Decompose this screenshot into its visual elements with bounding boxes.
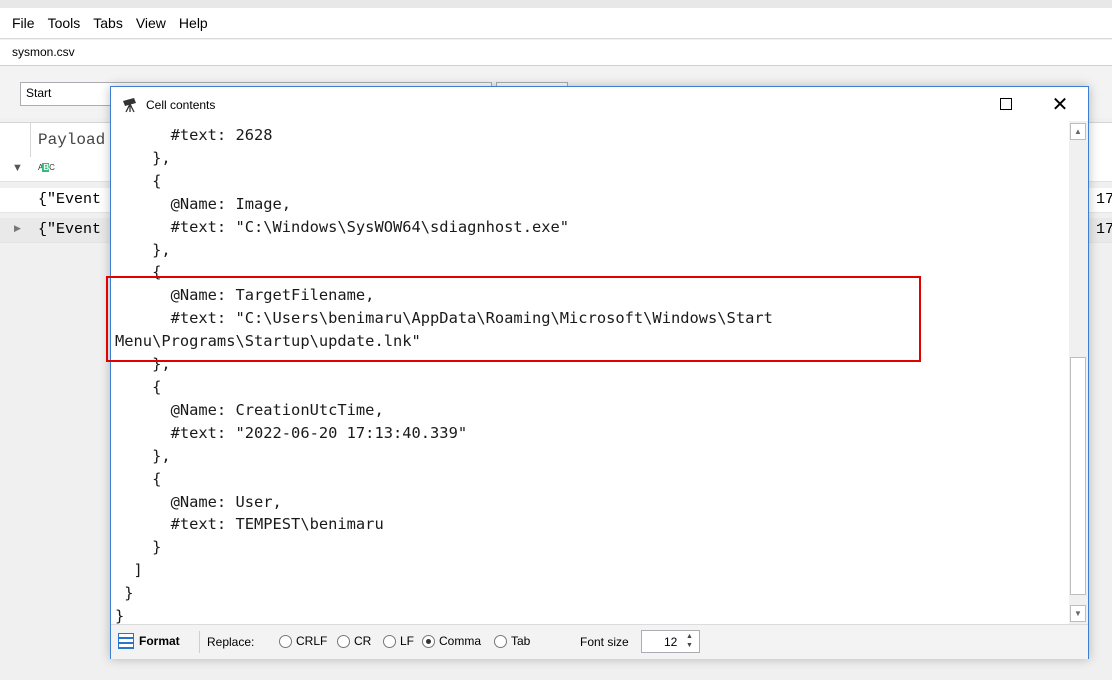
cell-content-area[interactable]: #text: 2628 }, { @Name: Image, #text: "C… xyxy=(111,121,1069,624)
filter-icon[interactable]: ▼ xyxy=(12,162,23,174)
radio-crlf[interactable]: CRLF xyxy=(279,634,327,648)
dialog-footer: Format Replace: CRLF CR LF Comma Tab Fon… xyxy=(111,624,1088,659)
radio-label: Tab xyxy=(511,634,531,648)
file-tab[interactable]: sysmon.csv xyxy=(0,40,1112,66)
title-strip xyxy=(0,0,1112,8)
font-size-spinner[interactable]: 12 ▲ ▼ xyxy=(641,630,700,653)
radio-lf[interactable]: LF xyxy=(383,634,414,648)
table-cell[interactable]: {"Event xyxy=(38,191,101,208)
dialog-title-bar[interactable]: Cell contents ✕ xyxy=(111,87,1088,121)
footer-separator xyxy=(199,631,200,653)
telescope-icon xyxy=(123,98,136,113)
close-button[interactable]: ✕ xyxy=(1037,87,1083,121)
menu-bar: File Tools Tabs View Help xyxy=(0,8,1112,39)
radio-tab[interactable]: Tab xyxy=(494,634,530,648)
scroll-thumb[interactable] xyxy=(1070,357,1086,595)
radio-dot xyxy=(279,634,292,648)
menu-tools[interactable]: Tools xyxy=(44,15,90,31)
cell-content-text[interactable]: #text: 2628 }, { @Name: Image, #text: "C… xyxy=(111,121,1069,624)
dialog-title: Cell contents xyxy=(146,98,216,112)
table-cell[interactable]: 17 xyxy=(1096,191,1112,208)
scroll-up-button[interactable]: ▲ xyxy=(1070,123,1086,140)
menu-file[interactable]: File xyxy=(0,15,44,31)
row-header-corner xyxy=(0,123,31,157)
scroll-down-button[interactable]: ▼ xyxy=(1070,605,1086,622)
close-icon: ✕ xyxy=(1051,93,1069,116)
file-tab-label: sysmon.csv xyxy=(12,45,75,59)
format-icon xyxy=(118,633,134,649)
radio-dot xyxy=(337,634,350,648)
menu-view[interactable]: View xyxy=(132,15,175,31)
cell-contents-dialog: Cell contents ✕ #text: 2628 }, { @Name: … xyxy=(110,86,1089,659)
radio-dot xyxy=(383,634,396,648)
menu-help[interactable]: Help xyxy=(175,15,217,31)
vertical-scrollbar[interactable]: ▲ ▼ xyxy=(1069,121,1088,624)
menu-tabs[interactable]: Tabs xyxy=(89,15,132,31)
font-size-value[interactable]: 12 xyxy=(664,635,677,649)
radio-label: LF xyxy=(400,634,415,648)
table-cell[interactable]: {"Event xyxy=(38,221,101,238)
radio-cr[interactable]: CR xyxy=(337,634,371,648)
spinner-arrows-icon[interactable]: ▲ ▼ xyxy=(686,632,693,650)
maximize-button[interactable] xyxy=(983,87,1029,121)
table-cell[interactable]: 17 xyxy=(1096,221,1112,238)
radio-label: CRLF xyxy=(296,634,328,648)
text-filter-icon[interactable]: ABC xyxy=(38,163,55,172)
format-button[interactable]: Format xyxy=(118,633,180,649)
radio-dot-selected xyxy=(422,634,435,648)
maximize-icon xyxy=(1000,98,1012,110)
format-label: Format xyxy=(139,634,180,648)
font-size-label: Font size xyxy=(580,635,629,649)
radio-comma[interactable]: Comma xyxy=(422,634,481,648)
radio-label: Comma xyxy=(439,634,482,648)
column-header-payload[interactable]: Payload xyxy=(38,131,105,149)
replace-label: Replace: xyxy=(207,635,255,649)
radio-label: CR xyxy=(354,634,372,648)
row-pointer-icon: ▶ xyxy=(14,223,21,233)
radio-dot xyxy=(494,634,507,648)
